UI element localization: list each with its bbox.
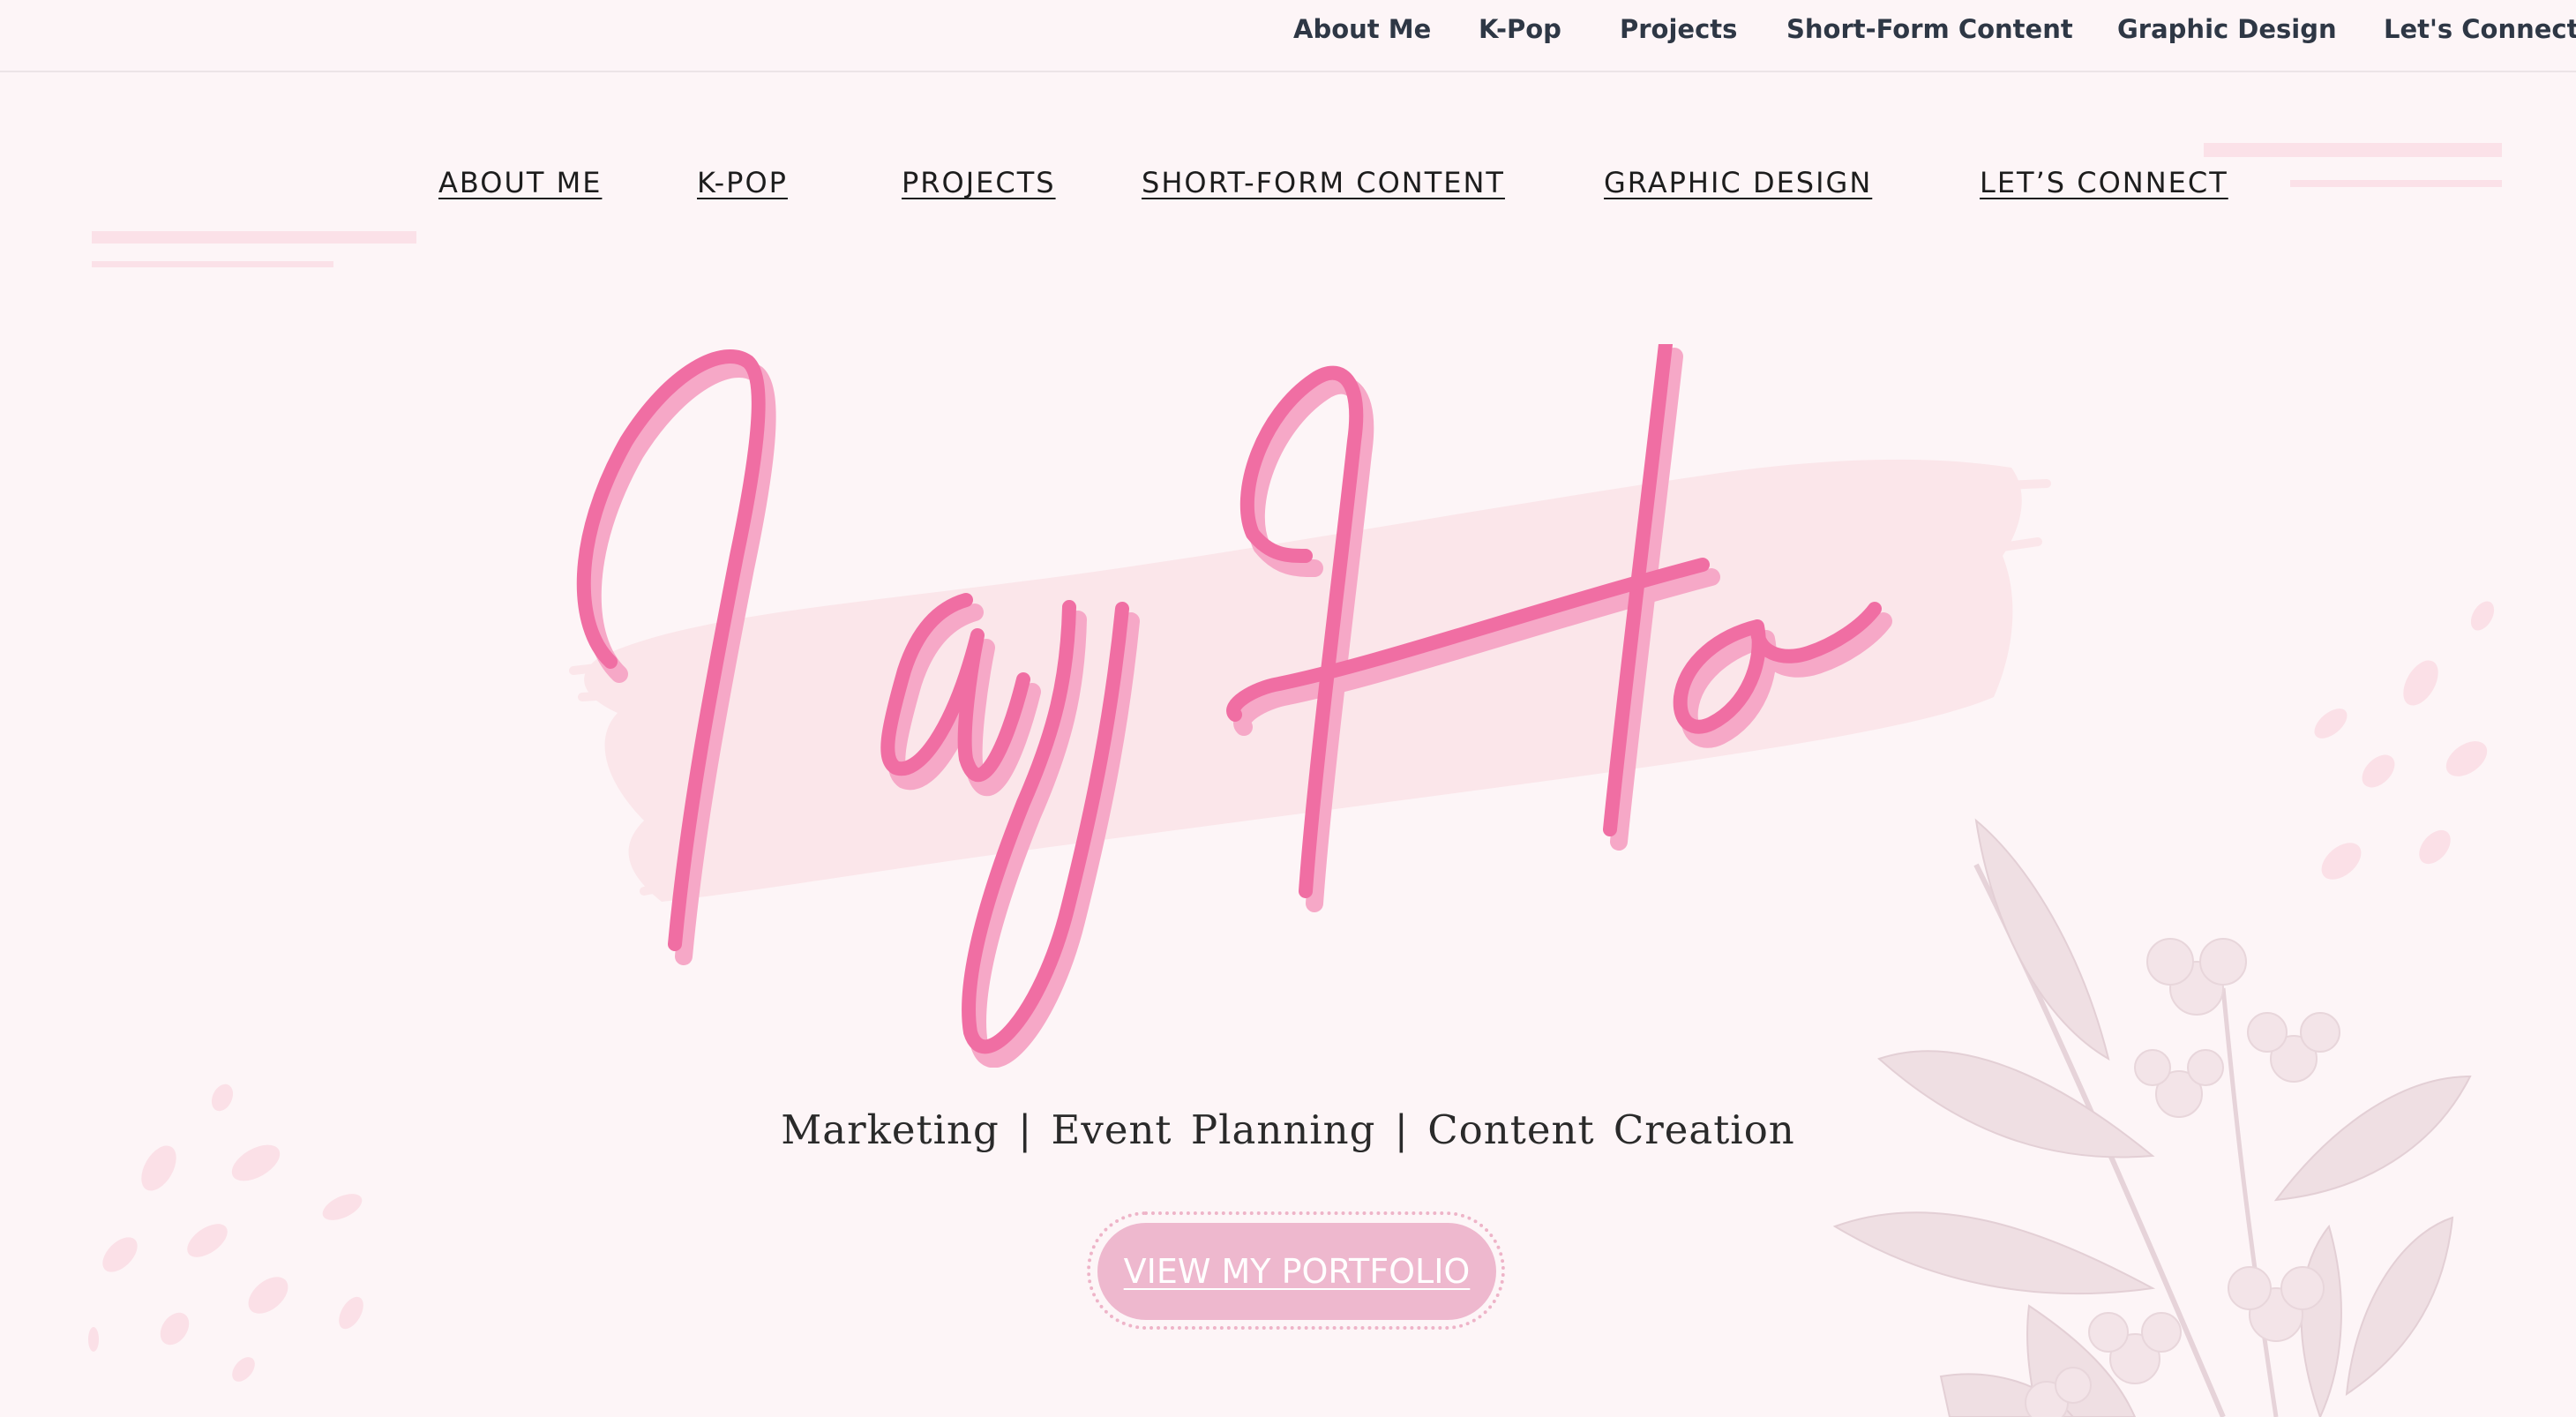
view-portfolio-button[interactable]: VIEW MY PORTFOLIO [1097, 1223, 1496, 1320]
hero-nav-graphic-design[interactable]: GRAPHIC DESIGN [1604, 166, 1872, 199]
hero-nav-about-me[interactable]: ABOUT ME [438, 166, 602, 199]
top-nav-about-me[interactable]: About Me [1293, 14, 1431, 44]
hero-nav-short-form-content[interactable]: SHORT-FORM CONTENT [1142, 166, 1505, 199]
top-nav-lets-connect[interactable]: Let's Connect [2384, 14, 2576, 44]
decorative-lines-left-icon [92, 231, 416, 267]
site-title-logo [547, 344, 2047, 1068]
hero-nav-lets-connect[interactable]: LET’S CONNECT [1980, 166, 2228, 199]
top-nav-kpop[interactable]: K-Pop [1479, 14, 1561, 44]
top-nav-short-form-content[interactable]: Short-Form Content [1786, 14, 2073, 44]
top-nav-graphic-design[interactable]: Graphic Design [2117, 14, 2337, 44]
name-script-icon [547, 344, 2047, 1068]
page: About Me K-Pop Projects Short-Form Conte… [0, 0, 2576, 1417]
top-nav-projects[interactable]: Projects [1620, 14, 1737, 44]
hero-nav-kpop[interactable]: K-POP [697, 166, 788, 199]
top-nav: About Me K-Pop Projects Short-Form Conte… [0, 0, 2576, 72]
decorative-lines-right-icon [2204, 143, 2502, 187]
hero-nav-projects[interactable]: PROJECTS [902, 166, 1056, 199]
tagline: Marketing | Event Planning | Content Cre… [781, 1106, 1795, 1153]
